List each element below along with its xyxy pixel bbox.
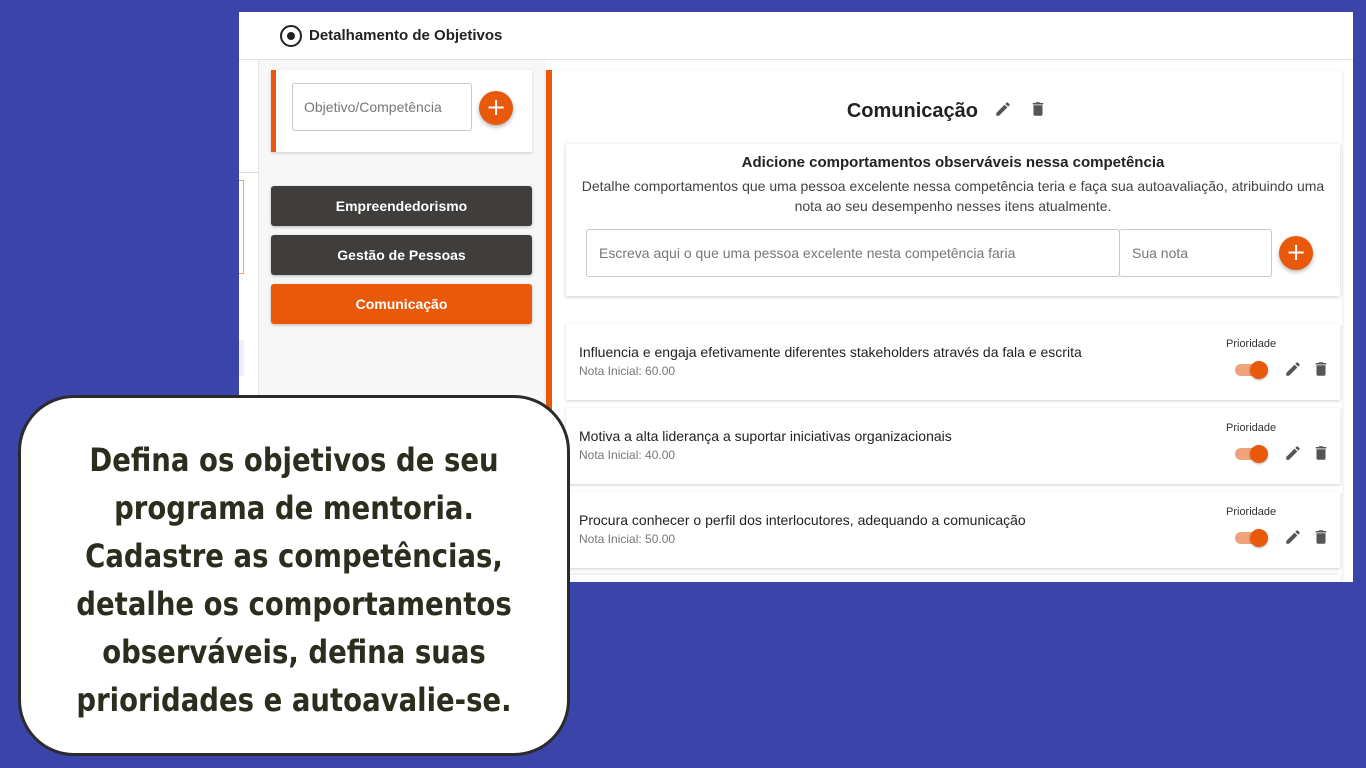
behavior-score: Nota Inicial: 60.00	[579, 364, 676, 378]
priority-label: Prioridade	[1226, 506, 1277, 518]
add-behavior-button[interactable]: +	[1279, 236, 1313, 270]
edit-competency-icon[interactable]	[994, 100, 1012, 124]
edit-behavior-icon[interactable]	[1284, 528, 1302, 551]
behavior-score: Nota Inicial: 40.00	[579, 448, 676, 462]
score-input[interactable]	[1119, 229, 1272, 277]
priority-toggle[interactable]	[1235, 528, 1269, 548]
callout-line: programa de mentoria.	[114, 489, 474, 527]
callout-line: observáveis, defina suas	[102, 633, 486, 671]
callout-line: detalhe os comportamentos	[76, 585, 512, 623]
competency-title-row: Comunicação	[552, 100, 1342, 124]
add-behavior-description: Detalhe comportamentos que uma pessoa ex…	[581, 178, 1325, 214]
behavior-text: Influencia e engaja efetivamente diferen…	[579, 344, 1082, 360]
callout-line: prioridades e autoavalie-se.	[76, 681, 512, 719]
collapsed-item	[239, 340, 244, 376]
delete-behavior-icon[interactable]	[1312, 360, 1330, 383]
behavior-row: Procura conhecer o perfil dos interlocut…	[566, 492, 1340, 568]
add-behavior-card: Adicione comportamentos observáveis ness…	[566, 144, 1340, 296]
competency-detail-panel: Comunicação Adicione comportamentos obse…	[546, 70, 1342, 582]
priority-toggle[interactable]	[1235, 444, 1269, 464]
competency-title: Comunicação	[846, 100, 979, 123]
competency-item-gestao-de-pessoas[interactable]: Gestão de Pessoas	[271, 235, 532, 275]
collapsed-card	[239, 180, 244, 274]
add-behavior-title: Adicione comportamentos observáveis ness…	[741, 154, 1165, 171]
callout-line: Cadastre as competências,	[85, 537, 503, 575]
behavior-text: Procura conhecer o perfil dos interlocut…	[579, 512, 1026, 528]
add-competency-button[interactable]: +	[479, 91, 513, 125]
app-header: Detalhamento de Objetivos	[239, 12, 1353, 60]
behavior-score: Nota Inicial: 50.00	[579, 532, 676, 546]
priority-toggle[interactable]	[1235, 360, 1269, 380]
delete-behavior-icon[interactable]	[1312, 444, 1330, 467]
behavior-input[interactable]	[586, 229, 1120, 277]
priority-label: Prioridade	[1226, 422, 1277, 434]
callout-text: Defina os objetivos de seu programa de m…	[59, 436, 529, 724]
callout-line: Defina os objetivos de seu	[89, 441, 499, 479]
competency-input[interactable]	[292, 83, 472, 131]
behavior-row-partial	[566, 575, 1340, 582]
edit-behavior-icon[interactable]	[1284, 360, 1302, 383]
priority-label: Prioridade	[1226, 338, 1277, 350]
competency-item-comunicacao[interactable]: Comunicação	[271, 284, 532, 324]
delete-competency-icon[interactable]	[1029, 100, 1047, 124]
instruction-callout: Defina os objetivos de seu programa de m…	[18, 395, 570, 756]
add-competency-card: +	[271, 70, 532, 152]
competency-item-empreendedorismo[interactable]: Empreendedorismo	[271, 186, 532, 226]
behavior-row: Influencia e engaja efetivamente diferen…	[566, 324, 1340, 400]
behavior-row: Motiva a alta liderança a suportar inici…	[566, 408, 1340, 484]
delete-behavior-icon[interactable]	[1312, 528, 1330, 551]
divider	[239, 172, 258, 173]
edit-behavior-icon[interactable]	[1284, 444, 1302, 467]
radio-target-icon	[280, 25, 302, 47]
page-title: Detalhamento de Objetivos	[309, 27, 503, 44]
behavior-text: Motiva a alta liderança a suportar inici…	[579, 428, 952, 444]
